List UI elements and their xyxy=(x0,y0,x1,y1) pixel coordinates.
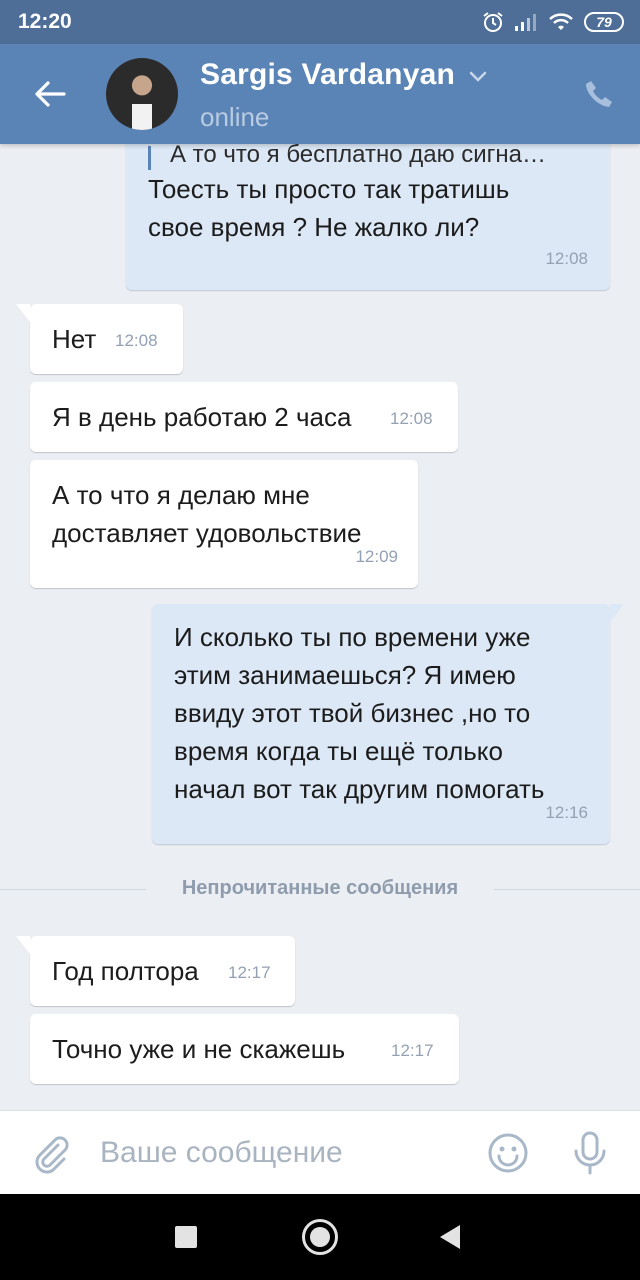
reply-quote-bar xyxy=(148,146,151,170)
status-time: 12:20 xyxy=(18,10,72,33)
message-time: 12:09 xyxy=(355,547,398,566)
bubble-tail xyxy=(16,936,30,954)
message-time: 12:17 xyxy=(228,963,271,982)
emoji-button[interactable] xyxy=(486,1131,530,1175)
system-back-button[interactable] xyxy=(440,1225,460,1249)
message-incoming[interactable]: А то что я делаю мне доставляет удовольс… xyxy=(30,460,418,588)
alarm-icon xyxy=(483,12,503,32)
message-incoming[interactable]: Год полтора 12:17 xyxy=(16,936,295,1006)
message-list[interactable]: А то что я бесплатно даю сигна… Тоесть т… xyxy=(0,144,640,1110)
message-time: 12:08 xyxy=(545,249,588,268)
microphone-icon xyxy=(574,1131,606,1175)
message-text: Я в день работаю 2 часа xyxy=(52,402,352,432)
message-text: Нет xyxy=(52,324,97,354)
unread-divider: Непрочитанные сообщения xyxy=(0,872,640,908)
message-outgoing[interactable]: А то что я бесплатно даю сигна… Тоесть т… xyxy=(126,144,610,290)
message-outgoing[interactable]: И сколько ты по времени уже этим занимае… xyxy=(152,604,624,844)
recent-apps-button[interactable] xyxy=(175,1226,197,1248)
message-text: А то что я делаю мне доставляет удовольс… xyxy=(52,480,362,548)
status-bar: 12:20 79 xyxy=(0,0,640,44)
back-arrow-icon xyxy=(35,81,66,107)
bubble-tail xyxy=(610,604,624,622)
message-text: И сколько ты по времени уже этим занимае… xyxy=(174,622,545,804)
status-icons: 79 xyxy=(482,10,624,34)
message-composer xyxy=(0,1110,640,1194)
battery-icon: 79 xyxy=(584,12,624,32)
message-text: Точно уже и не скажешь xyxy=(52,1034,346,1064)
paperclip-icon xyxy=(35,1136,69,1174)
message-input[interactable] xyxy=(100,1129,460,1177)
message-time: 12:08 xyxy=(390,409,433,428)
contact-status: online xyxy=(200,102,270,132)
contact-name[interactable]: Sargis Vardanyan xyxy=(200,58,455,92)
chat-header: Sargis Vardanyan online xyxy=(0,44,640,144)
message-incoming[interactable]: Точно уже и не скажешь 12:17 xyxy=(30,1014,459,1084)
voice-message-button[interactable] xyxy=(568,1129,612,1177)
message-time: 12:08 xyxy=(115,331,158,350)
message-text: Тоесть ты просто так тратишь свое время … xyxy=(148,174,510,242)
message-incoming[interactable]: Я в день работаю 2 часа 12:08 xyxy=(30,382,458,452)
attach-button[interactable] xyxy=(28,1131,72,1175)
signal-icon xyxy=(515,14,536,31)
phone-icon xyxy=(586,81,612,107)
message-incoming[interactable]: Нет 12:08 xyxy=(16,304,183,374)
bubble-tail xyxy=(16,304,30,322)
wifi-icon xyxy=(549,13,573,30)
message-text: Год полтора xyxy=(52,956,199,986)
call-button[interactable] xyxy=(576,72,620,116)
emoji-icon xyxy=(488,1133,528,1173)
battery-level: 79 xyxy=(596,14,612,30)
divider-line xyxy=(494,889,640,890)
back-button[interactable] xyxy=(28,74,72,114)
chevron-down-icon[interactable] xyxy=(468,70,488,84)
message-time: 12:16 xyxy=(545,803,588,822)
message-time: 12:17 xyxy=(391,1041,434,1060)
avatar[interactable] xyxy=(106,58,178,130)
system-nav-bar xyxy=(0,1194,640,1280)
home-button[interactable] xyxy=(302,1219,338,1255)
